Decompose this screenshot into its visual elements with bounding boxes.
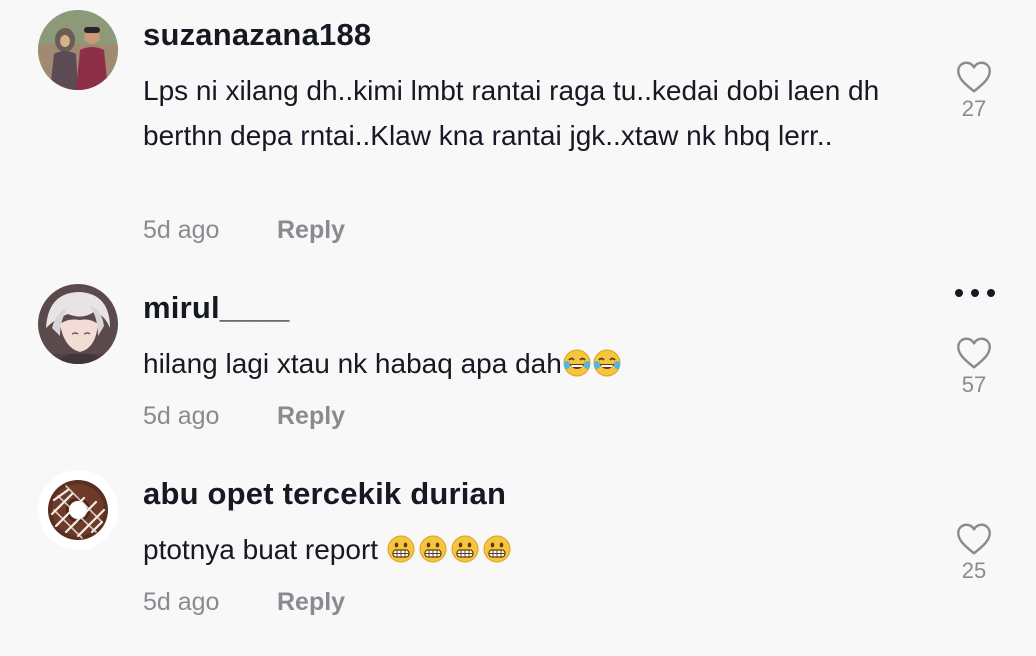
donut-avatar: [38, 470, 118, 550]
comment-item: suzanazana188 Lps ni xilang dh..kimi lmb…: [0, 0, 1036, 260]
reply-button[interactable]: Reply: [277, 402, 345, 431]
more-options-button[interactable]: [953, 286, 997, 298]
comment-username[interactable]: abu opet tercekik durian: [143, 476, 506, 512]
comment-meta: 5d ago Reply: [143, 588, 345, 617]
like-button[interactable]: 27: [950, 60, 998, 122]
comment-username[interactable]: suzanazana188: [143, 17, 371, 53]
anime-character-avatar: [38, 284, 118, 364]
comment-meta: 5d ago Reply: [143, 402, 345, 431]
comment-username[interactable]: mirul____: [143, 290, 290, 326]
reply-button[interactable]: Reply: [277, 588, 345, 617]
comment-item: mirul____ hilang lagi xtau nk habaq apa …: [0, 270, 1036, 450]
heart-outline-icon: [957, 61, 991, 93]
comment-text-body: hilang lagi xtau nk habaq apa dah: [143, 348, 562, 379]
like-button[interactable]: 57: [950, 336, 998, 398]
couple-photo-avatar: [38, 10, 118, 90]
comment-timestamp: 5d ago: [143, 402, 220, 430]
like-button[interactable]: 25: [950, 522, 998, 584]
reply-button[interactable]: Reply: [277, 216, 345, 245]
comment-meta: 5d ago Reply: [143, 216, 345, 245]
grimace-emoji-icon: [450, 532, 480, 563]
avatar[interactable]: [38, 10, 118, 90]
comment-item: abu opet tercekik durian ptotnya buat re…: [0, 456, 1036, 656]
grimace-emoji-icon: [386, 532, 416, 563]
joy-emoji-icon: [562, 346, 592, 377]
avatar[interactable]: [38, 470, 118, 550]
like-count: 27: [961, 96, 987, 121]
avatar[interactable]: [38, 284, 118, 364]
comment-text: Lps ni xilang dh..kimi lmbt rantai raga …: [143, 75, 880, 151]
like-count: 57: [961, 372, 987, 397]
comment-timestamp: 5d ago: [143, 216, 220, 244]
comment-text: hilang lagi xtau nk habaq apa dah: [143, 341, 923, 386]
joy-emoji-icon: [592, 346, 622, 377]
more-dots-icon: [955, 289, 995, 297]
heart-outline-icon: [957, 337, 991, 369]
comment-timestamp: 5d ago: [143, 588, 220, 616]
heart-outline-icon: [957, 523, 991, 555]
grimace-emoji-icon: [482, 532, 512, 563]
comment-text-body: ptotnya buat report: [143, 534, 386, 565]
comment-text: ptotnya buat report: [143, 527, 923, 572]
grimace-emoji-icon: [418, 532, 448, 563]
like-count: 25: [961, 558, 987, 583]
